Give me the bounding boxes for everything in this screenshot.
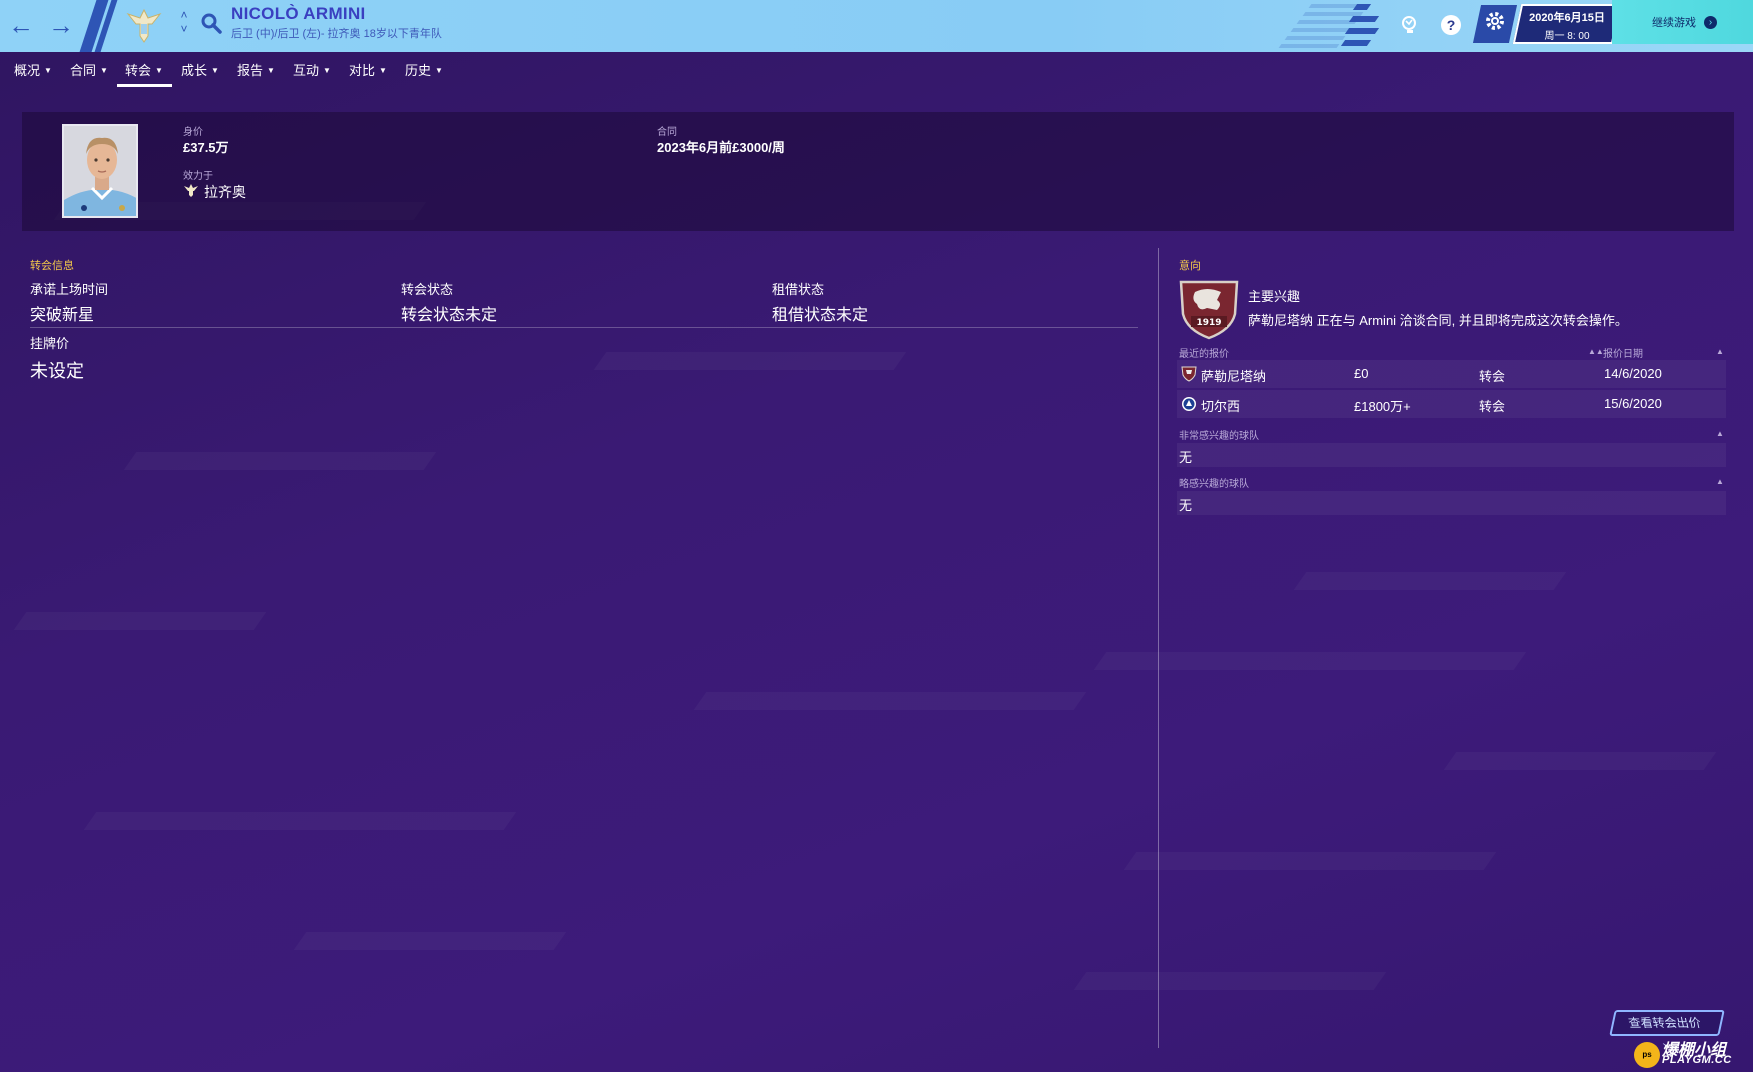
club-name[interactable]: 拉齐奥 bbox=[204, 182, 246, 202]
player-name: NICOLÒ ARMINI bbox=[231, 4, 366, 23]
transfer-info-title: 转会信息 bbox=[30, 260, 74, 272]
player-switch-icon[interactable]: ˄ ˅ bbox=[176, 8, 192, 40]
asking-price-label: 挂牌价 bbox=[30, 336, 70, 351]
offer-date-header[interactable]: 报价日期 bbox=[1603, 345, 1643, 360]
continue-game-button[interactable]: 继续游戏 › bbox=[1612, 0, 1753, 44]
chevron-right-icon: › bbox=[1704, 15, 1717, 29]
club-label: 效力于 bbox=[183, 171, 213, 182]
offer-type: 转会 bbox=[1479, 399, 1506, 414]
tab-reports[interactable]: 报告 ▼ bbox=[237, 60, 275, 79]
promise-value[interactable]: 突破新星 bbox=[30, 301, 94, 325]
player-photo[interactable] bbox=[62, 124, 138, 218]
lazio-eagle-icon bbox=[184, 184, 198, 197]
tab-history[interactable]: 历史 ▼ bbox=[405, 60, 443, 79]
main-interest-title: 主要兴趣 bbox=[1248, 289, 1301, 304]
offer-row[interactable]: 萨勒尼塔纳 £0 转会 14/6/2020 bbox=[1177, 360, 1726, 388]
chevron-down-icon: ▼ bbox=[267, 66, 275, 75]
contract-value: 2023年6月前£3000/周 bbox=[657, 140, 785, 155]
transfer-status-value[interactable]: 转会状态未定 bbox=[401, 301, 497, 325]
date-text: 2020年6月15日 bbox=[1529, 12, 1605, 24]
top-bar: ← → ˄ ˅ NICOLÒ ARMINI 后卫 (中)/后卫 (左)- 拉齐奥 … bbox=[0, 0, 1753, 52]
weekday-time-text: 周一 8: 00 bbox=[1544, 31, 1590, 42]
offer-club: 切尔西 bbox=[1201, 399, 1241, 414]
active-tab-indicator bbox=[117, 84, 172, 87]
value-label: 身价 bbox=[183, 127, 203, 138]
tab-transfer[interactable]: 转会 ▼ bbox=[125, 60, 163, 79]
offer-row[interactable]: 切尔西 £1800万+ 转会 15/6/2020 bbox=[1177, 390, 1726, 418]
tab-interaction[interactable]: 互动 ▼ bbox=[293, 60, 331, 79]
collapse-caret-icon[interactable]: ▲ bbox=[1716, 347, 1724, 356]
offer-date: 15/6/2020 bbox=[1604, 396, 1662, 411]
chevron-down-icon: ▼ bbox=[379, 66, 387, 75]
slightly-interested-label: 略感兴趣的球队 bbox=[1179, 479, 1249, 490]
game-date[interactable]: 2020年6月15日 周一 8: 00 bbox=[1512, 4, 1622, 44]
salernitana-crest-icon bbox=[1181, 366, 1197, 382]
shield-year: 1919 bbox=[1196, 318, 1221, 328]
tab-development[interactable]: 成长 ▼ bbox=[181, 60, 219, 79]
gear-icon[interactable] bbox=[1480, 6, 1510, 36]
player-subtitle: 后卫 (中)/后卫 (左)- 拉齐奥 18岁以下青年队 bbox=[231, 28, 442, 40]
contract-label: 合同 bbox=[657, 127, 677, 138]
chevron-down-icon: ▼ bbox=[44, 66, 52, 75]
view-offers-label: 查看转会出价 bbox=[1627, 1016, 1703, 1030]
player-summary-card: 身价 £37.5万 效力于 拉齐奥 合同 2023年6月前£3000/周 bbox=[22, 112, 1734, 231]
promise-label: 承诺上场时间 bbox=[30, 282, 109, 297]
collapse-caret-icon[interactable]: ▲ bbox=[1716, 477, 1724, 486]
column-divider bbox=[1158, 248, 1159, 1048]
value-amount: £37.5万 bbox=[183, 140, 229, 155]
chevron-down-icon: ▼ bbox=[435, 66, 443, 75]
help-icon[interactable]: ? bbox=[1436, 10, 1466, 40]
very-interested-row: 无 bbox=[1177, 443, 1726, 467]
very-interested-value: 无 bbox=[1179, 450, 1193, 465]
very-interested-label: 非常感兴趣的球队 bbox=[1179, 431, 1259, 442]
offer-club: 萨勒尼塔纳 bbox=[1201, 369, 1267, 384]
tab-contract[interactable]: 合同 ▼ bbox=[70, 60, 108, 79]
continue-label: 继续游戏 bbox=[1652, 17, 1696, 29]
chevron-down-icon: ▼ bbox=[323, 66, 331, 75]
collapse-caret-icon[interactable]: ▲ bbox=[1716, 429, 1724, 438]
chevron-down-icon: ▼ bbox=[100, 66, 108, 75]
offer-fee: £1800万+ bbox=[1354, 399, 1411, 414]
loan-status-label: 租借状态 bbox=[772, 282, 825, 297]
watermark-badge: ps bbox=[1634, 1042, 1660, 1068]
lazio-eagle-icon[interactable] bbox=[126, 6, 162, 44]
intent-title: 意向 bbox=[1179, 260, 1201, 272]
slightly-interested-row: 无 bbox=[1177, 491, 1726, 515]
main-interest-text: 萨勒尼塔纳 正在与 Armini 洽谈合同, 并且即将完成这次转会操作。 bbox=[1248, 313, 1628, 328]
salernitana-crest-icon[interactable]: 1919 bbox=[1177, 278, 1241, 340]
offer-date: 14/6/2020 bbox=[1604, 366, 1662, 381]
sort-arrows-icon[interactable]: ▲▲ bbox=[1588, 347, 1604, 356]
divider bbox=[30, 327, 1138, 328]
tab-overview[interactable]: 概况 ▼ bbox=[14, 60, 52, 79]
slightly-interested-value: 无 bbox=[1179, 498, 1193, 513]
transfer-status-label: 转会状态 bbox=[401, 282, 454, 297]
forward-arrow-icon[interactable]: → bbox=[46, 10, 76, 40]
offer-fee: £0 bbox=[1354, 366, 1369, 381]
recent-offers-label: 最近的报价 bbox=[1179, 349, 1229, 360]
chevron-down-icon: ▼ bbox=[211, 66, 219, 75]
search-icon[interactable] bbox=[200, 12, 222, 34]
watermark-site: PLAYGM.CC bbox=[1662, 1054, 1732, 1066]
decor-stripes-dark bbox=[1340, 2, 1385, 52]
view-transfer-offers-button[interactable]: 查看转会出价 › bbox=[1609, 1010, 1725, 1052]
tab-compare[interactable]: 对比 ▼ bbox=[349, 60, 387, 79]
back-arrow-icon[interactable]: ← bbox=[6, 10, 36, 40]
asking-price-value[interactable]: 未设定 bbox=[30, 357, 84, 383]
chelsea-crest-icon bbox=[1182, 397, 1196, 411]
loan-status-value[interactable]: 租借状态未定 bbox=[772, 301, 868, 325]
chevron-down-icon: ▼ bbox=[155, 66, 163, 75]
watermark-logo: ps 爆棚小组 PLAYGM.CC bbox=[1622, 1036, 1750, 1070]
trophy-icon[interactable] bbox=[1395, 10, 1425, 40]
offer-type: 转会 bbox=[1479, 369, 1506, 384]
